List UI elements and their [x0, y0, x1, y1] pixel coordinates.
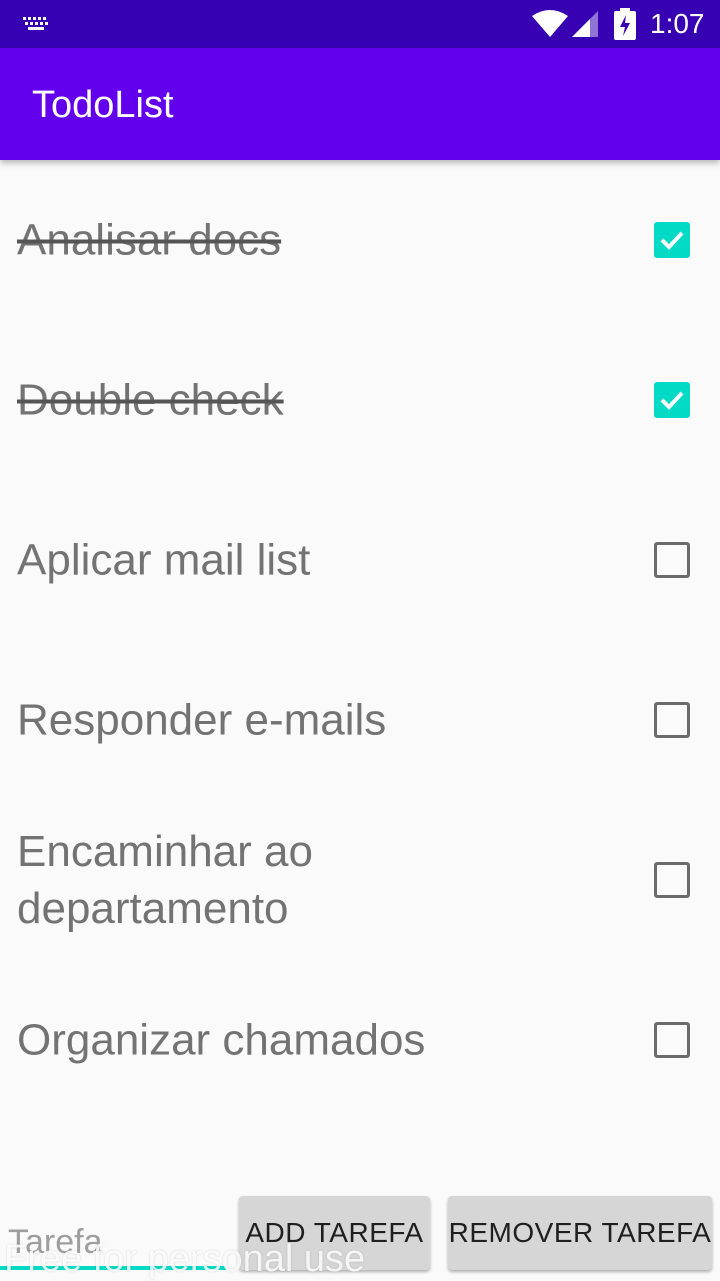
task-row: Encaminhar ao departamento — [0, 800, 720, 960]
add-tarefa-button[interactable]: ADD TAREFA — [239, 1196, 430, 1270]
status-bar: 1:07 — [0, 0, 720, 48]
app-title: TodoList — [32, 84, 174, 126]
app-bar: TodoList — [0, 48, 720, 160]
task-label: Analisar docs — [17, 215, 282, 265]
task-label: Responder e-mails — [17, 695, 387, 745]
task-label: Double check — [17, 375, 284, 425]
task-label: Aplicar mail list — [17, 535, 311, 585]
wifi-icon — [532, 10, 568, 37]
task-label: Organizar chamados — [17, 1015, 426, 1065]
battery-charging-icon — [614, 8, 636, 40]
cell-signal-icon — [572, 11, 598, 37]
remover-tarefa-button[interactable]: REMOVER TAREFA — [448, 1196, 712, 1270]
task-row: Organizar chamados — [0, 960, 720, 1120]
task-row: Aplicar mail list — [0, 480, 720, 640]
task-checkbox[interactable] — [654, 1022, 690, 1058]
task-row: Analisar docs — [0, 160, 720, 320]
task-label: Encaminhar ao departamento — [17, 827, 313, 933]
task-row: Responder e-mails — [0, 640, 720, 800]
task-checkbox[interactable] — [654, 382, 690, 418]
tarefa-input[interactable] — [0, 1190, 226, 1270]
task-checkbox[interactable] — [654, 222, 690, 258]
check-icon — [660, 391, 684, 410]
status-time: 1:07 — [650, 8, 705, 39]
task-row: Double check — [0, 320, 720, 480]
bottom-bar: ADD TAREFA REMOVER TAREFA — [0, 1190, 720, 1280]
task-checkbox[interactable] — [654, 542, 690, 578]
task-checkbox[interactable] — [654, 702, 690, 738]
check-icon — [660, 231, 684, 250]
keyboard-icon — [23, 17, 48, 30]
task-checkbox[interactable] — [654, 862, 690, 898]
